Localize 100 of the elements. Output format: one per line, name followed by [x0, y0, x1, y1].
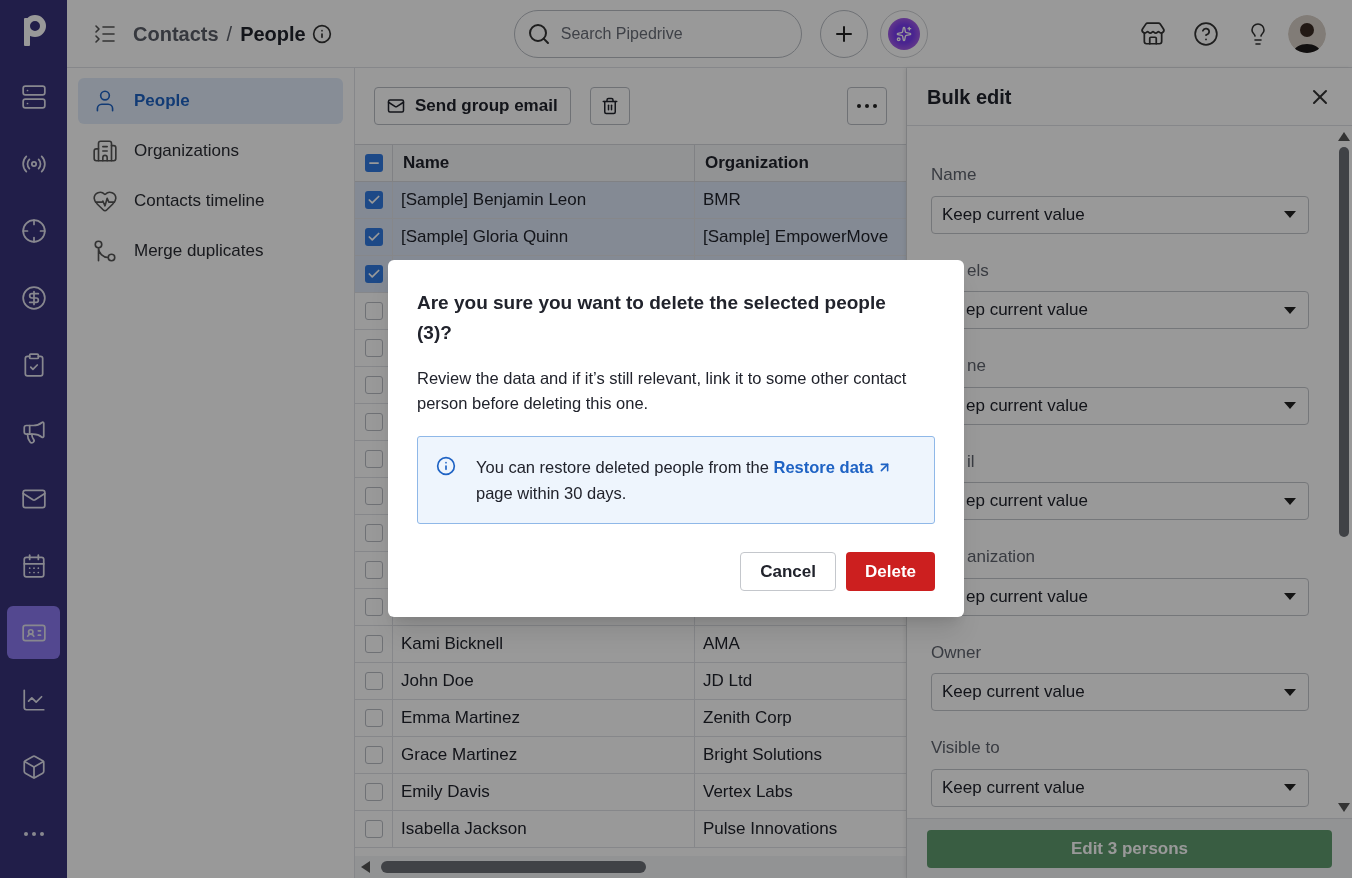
table-cell-text: Grace Martinez	[401, 744, 518, 767]
table-row[interactable]: [Sample] Benjamin Leon BMR	[355, 182, 906, 219]
table-row[interactable]: Isabella Jackson Pulse Innovations	[355, 811, 906, 848]
checkbox[interactable]	[364, 376, 383, 394]
check-icon	[366, 230, 381, 244]
delete-button[interactable]: Delete	[845, 552, 935, 591]
page-title: People	[240, 21, 306, 47]
panel-title: Bulk edit	[927, 84, 1012, 110]
scroll-down-icon[interactable]	[1338, 803, 1350, 812]
table-cell-text: Pulse Innovations	[703, 818, 838, 841]
table-cell-text: BMR	[703, 189, 741, 212]
table-cell-text: John Doe	[401, 670, 474, 693]
field-label: Owner	[931, 641, 982, 664]
table-row[interactable]: John Doe JD Ltd	[355, 663, 906, 700]
help-icon[interactable]	[1193, 20, 1219, 47]
target-icon	[20, 217, 47, 244]
megaphone-icon	[20, 418, 47, 445]
check-icon	[366, 193, 381, 207]
rail-item[interactable]	[7, 606, 60, 659]
subnav-item[interactable]: Contacts timeline	[78, 178, 343, 224]
select-field[interactable]: Keep current value	[931, 673, 1309, 711]
more-icon	[857, 104, 877, 108]
subnav-item[interactable]: Organizations	[78, 128, 343, 174]
search-input[interactable]: Search Pipedrive	[560, 21, 761, 46]
table-cell-text: AMA	[703, 633, 740, 656]
dropdown-caret-icon	[1284, 211, 1296, 218]
checkbox[interactable]	[364, 635, 383, 653]
logo-icon[interactable]	[21, 14, 46, 48]
restore-data-link[interactable]: Restore data	[773, 454, 893, 480]
store-icon[interactable]	[1140, 20, 1166, 47]
checkbox[interactable]	[364, 450, 383, 468]
table-cell-text: Isabella Jackson	[401, 818, 527, 841]
table-row[interactable]: Kami Bicknell AMA	[355, 626, 906, 663]
scroll-left-icon[interactable]	[361, 861, 371, 873]
list-icon	[20, 83, 47, 110]
trash-icon	[600, 97, 619, 115]
scroll-up-icon[interactable]	[1338, 132, 1350, 141]
building-icon	[92, 138, 118, 164]
checkbox[interactable]	[364, 746, 383, 764]
horizontal-scrollbar[interactable]	[355, 856, 906, 878]
table-cell-text: Emily Davis	[401, 781, 490, 804]
column-header[interactable]: Organization	[695, 145, 906, 181]
info-icon[interactable]	[311, 23, 332, 44]
dropdown-caret-icon	[1284, 306, 1296, 314]
send-group-email-button[interactable]: Send group email	[374, 87, 571, 125]
field-label: els	[967, 259, 989, 282]
table-cell-text: Emma Martinez	[401, 707, 521, 730]
checkbox[interactable]	[364, 709, 383, 727]
field-label: Visible to	[931, 737, 1000, 759]
more-button[interactable]	[847, 87, 887, 125]
table-cell-text: [Sample] Gloria Quinn	[401, 226, 569, 249]
table-cell-text: JD Ltd	[703, 670, 753, 693]
checkbox[interactable]	[364, 598, 383, 616]
subnav-item[interactable]: Merge duplicates	[78, 228, 343, 274]
checkbox[interactable]	[364, 487, 383, 505]
select-field[interactable]: Keep current value	[931, 768, 1309, 807]
heart-pulse-icon	[92, 188, 118, 214]
table-row[interactable]: Grace Martinez Bright Solutions	[355, 737, 906, 774]
box-icon	[20, 753, 47, 780]
table-cell-text: Zenith Corp	[703, 707, 792, 730]
field-label: il	[967, 450, 975, 473]
column-header[interactable]: Name	[393, 145, 695, 181]
dialog-message: Review the data and if it’s still relevant, link it to some other contact person before deleting this one.	[417, 368, 908, 414]
table-row[interactable]: Emily Davis Vertex Labs	[355, 774, 906, 811]
checkbox[interactable]	[364, 561, 383, 579]
field-label: Name	[931, 164, 977, 186]
table-row[interactable]: Emma Martinez Zenith Corp	[355, 700, 906, 737]
checkbox[interactable]	[364, 302, 383, 320]
checkbox[interactable]	[364, 154, 383, 172]
search-icon	[526, 21, 551, 46]
calendar-icon	[20, 552, 47, 579]
delete-button[interactable]	[589, 87, 630, 125]
checkbox[interactable]	[364, 191, 383, 209]
notice-text: You can restore deleted people from the Restore data page within 30 days.	[476, 454, 916, 506]
checkbox[interactable]	[364, 820, 383, 838]
checkbox[interactable]	[364, 524, 383, 542]
table-row[interactable]: [Sample] Gloria Quinn [Sample] EmpowerMove	[355, 219, 906, 256]
checkbox[interactable]	[364, 783, 383, 801]
breadcrumb-separator: /	[226, 21, 233, 47]
check-icon	[366, 267, 381, 281]
table-cell-text: Kami Bicknell	[401, 633, 504, 656]
subnav-item[interactable]: People	[78, 78, 343, 124]
merge-icon	[92, 238, 118, 264]
checkbox[interactable]	[364, 413, 383, 431]
mail-icon	[387, 97, 405, 115]
dropdown-caret-icon	[1284, 593, 1296, 600]
breadcrumb-link[interactable]: Contacts	[133, 18, 219, 49]
cancel-button[interactable]: Cancel	[740, 552, 836, 591]
dropdown-caret-icon	[1284, 784, 1296, 791]
checkbox[interactable]	[364, 265, 383, 283]
avatar[interactable]	[1288, 14, 1326, 53]
checkbox[interactable]	[364, 339, 383, 357]
dollar-icon	[20, 284, 47, 311]
checkbox[interactable]	[364, 672, 383, 690]
info-icon	[436, 456, 456, 476]
select-field[interactable]: Keep current value	[931, 195, 1309, 234]
table-cell-text: [Sample] Benjamin Leon	[401, 189, 587, 212]
chart-icon	[20, 686, 47, 713]
table-cell-text: Vertex Labs	[703, 781, 793, 804]
checkbox[interactable]	[364, 228, 383, 246]
